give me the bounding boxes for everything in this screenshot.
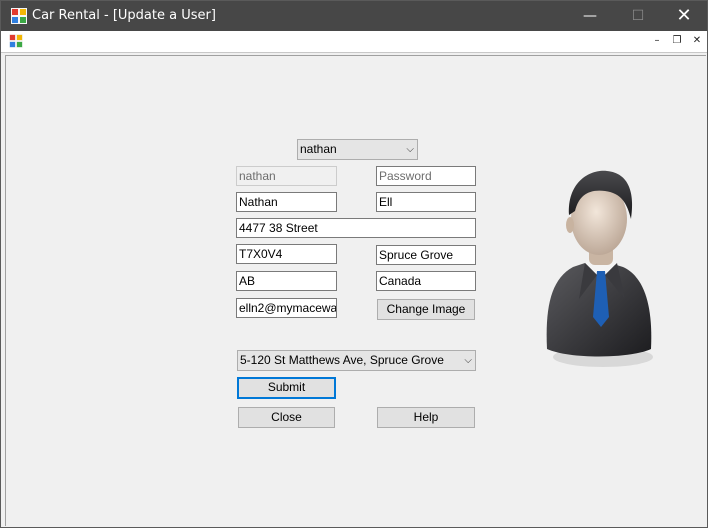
password-field[interactable]: Password <box>376 166 476 186</box>
mdi-minimize-button[interactable]: – <box>649 33 665 49</box>
country-field[interactable]: Canada <box>376 271 476 291</box>
change-image-button[interactable]: Change Image <box>377 299 475 320</box>
help-button[interactable]: Help <box>377 407 475 428</box>
close-window-button[interactable]: ✕ <box>661 1 707 31</box>
form-icon[interactable] <box>9 34 23 48</box>
email-field[interactable]: elln2@mymacewan. <box>236 298 337 318</box>
maximize-button[interactable]: ☐ <box>615 1 661 31</box>
address-field[interactable]: 4477 38 Street <box>236 218 476 238</box>
user-select-value: nathan <box>300 142 337 156</box>
update-user-window: Car Rental - [Update a User] — ☐ ✕ – ❐ ✕… <box>0 0 708 528</box>
mdi-menu-bar: – ❐ ✕ <box>1 31 707 53</box>
username-field: nathan <box>236 166 337 186</box>
window-title: Car Rental - [Update a User] <box>32 8 216 23</box>
submit-button[interactable]: Submit <box>237 377 336 399</box>
chevron-down-icon: ⌵ <box>464 355 472 366</box>
last-name-field[interactable]: Ell <box>376 192 476 212</box>
close-button[interactable]: Close <box>238 407 335 428</box>
mdi-restore-button[interactable]: ❐ <box>669 33 685 49</box>
province-field[interactable]: AB <box>236 271 337 291</box>
first-name-field[interactable]: Nathan <box>236 192 337 212</box>
minimize-button[interactable]: — <box>567 1 613 31</box>
chevron-down-icon: ⌵ <box>406 144 414 155</box>
title-bar[interactable]: Car Rental - [Update a User] — ☐ ✕ <box>1 1 707 31</box>
location-select[interactable]: 5-120 St Matthews Ave, Spruce Grove ⌵ <box>237 350 476 371</box>
city-field[interactable]: Spruce Grove <box>376 245 476 265</box>
mdi-close-button[interactable]: ✕ <box>689 33 705 49</box>
postal-code-field[interactable]: T7X0V4 <box>236 244 337 264</box>
app-icon <box>11 8 27 24</box>
user-select[interactable]: nathan ⌵ <box>297 139 418 160</box>
location-select-value: 5-120 St Matthews Ave, Spruce Grove <box>240 353 444 367</box>
user-avatar-image <box>546 170 653 367</box>
